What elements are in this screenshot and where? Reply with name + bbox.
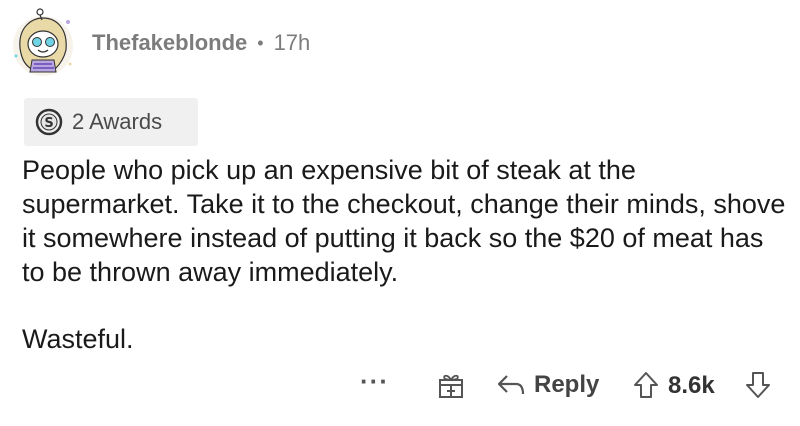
comment-paragraph: Wasteful. xyxy=(22,324,134,354)
awards-badge[interactable]: S 2 Awards xyxy=(24,98,198,146)
avatar-icon[interactable] xyxy=(8,8,78,78)
comment: Thefakeblonde • 17h S 2 Awards People wh… xyxy=(0,0,800,426)
reply-label: Reply xyxy=(534,371,600,398)
reply-arrow-icon xyxy=(497,375,525,395)
gift-icon[interactable] xyxy=(436,370,466,400)
coin-award-icon: S xyxy=(35,108,63,136)
username[interactable]: Thefakeblonde xyxy=(92,30,247,56)
comment-body: People who pick up an expensive bit of s… xyxy=(22,153,792,356)
comment-actions: ··· Reply 8.6k xyxy=(0,364,800,406)
vote-score: 8.6k xyxy=(668,372,715,399)
upvote-arrow-icon[interactable] xyxy=(632,370,660,400)
downvote-arrow-icon[interactable] xyxy=(744,370,772,400)
svg-text:S: S xyxy=(44,116,53,131)
timestamp[interactable]: 17h xyxy=(274,30,311,56)
reply-button[interactable]: Reply xyxy=(496,368,599,402)
comment-paragraph: People who pick up an expensive bit of s… xyxy=(22,155,786,287)
comment-header: Thefakeblonde • 17h xyxy=(92,28,310,58)
awards-label: 2 Awards xyxy=(72,109,163,134)
more-options-button[interactable]: ··· xyxy=(360,366,389,397)
meta-separator: • xyxy=(257,32,264,53)
